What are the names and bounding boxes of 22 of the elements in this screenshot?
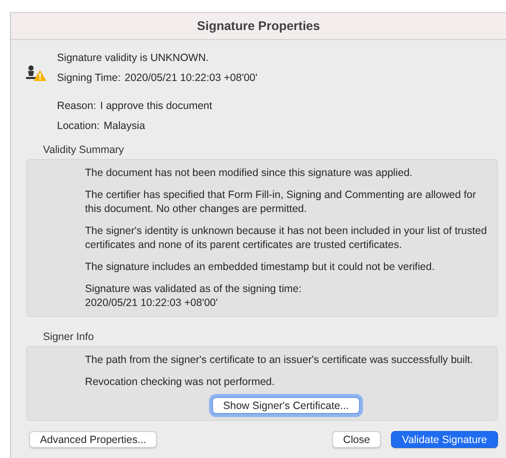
reason-value: I approve this document [100,99,212,114]
field-label: Reason: [57,99,96,114]
field-label: Signing Time: [57,71,121,86]
summary-text: The certifier has specified that Form Fill-in, Signing and Commenting are allowed for this document. No other changes are permitted. [85,188,478,216]
signature-warning-icon [25,63,47,83]
group-title: Validity Summary [43,144,125,156]
field-label: Location: [57,119,100,134]
location-value: Malaysia [104,119,146,134]
summary-text: The document has not been modified since this signature was applied. [85,166,414,180]
signer-text: Revocation checking was not performed. [85,375,276,389]
dialog-button[interactable]: Advanced Properties... [29,431,158,448]
summary-text: The signer's identity is unknown because it has not been included in your list of trusted certificates and none of its parent certificates are trusted certificates. [85,224,487,252]
signer-text: The path from the signer's certificate to an issuer's certificate was successfully built. [85,353,474,367]
group-title: Signer Info [43,331,95,343]
validity-status: Signature validity is UNKNOWN. [57,51,209,66]
dialog-button[interactable]: Close [332,431,381,448]
signing-time: 2020/05/21 10:22:03 +08'00' [124,71,258,86]
dialog-button[interactable]: Validate Signature [390,431,498,448]
summary-text: The signature includes an embedded timestamp but it could not be verified. [85,260,436,274]
window-title: Signature Properties [197,19,320,33]
show-certificate-button[interactable]: Show Signer's Certificate... [212,397,360,414]
summary-text: Signature was validated as of the signing time: 2020/05/21 10:22:03 +08'00' [85,282,303,310]
